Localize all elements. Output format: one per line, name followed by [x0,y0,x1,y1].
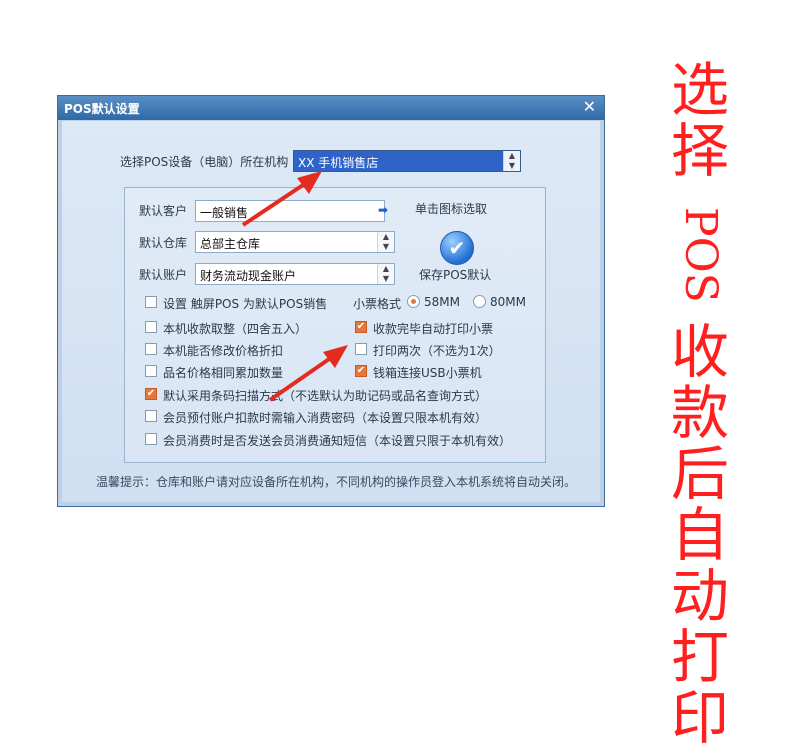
annotation-char: 选 [670,56,729,124]
annotation-char: 款 [670,379,729,447]
annotation-char: 印 [670,684,729,752]
red-arrow [241,171,322,227]
annotation-char: POS [675,207,726,303]
annotation-char: 收 [670,318,729,386]
annotation-char: 择 [670,117,729,185]
annotation-char: 打 [670,623,729,691]
annotation-text: 选 择 POS 收 款 后 自 动 打 印 [655,60,745,749]
annotation-char: 动 [670,562,729,630]
annotation-char: 后 [670,440,729,508]
annotation-char: 自 [670,501,729,569]
red-arrow [268,345,348,402]
